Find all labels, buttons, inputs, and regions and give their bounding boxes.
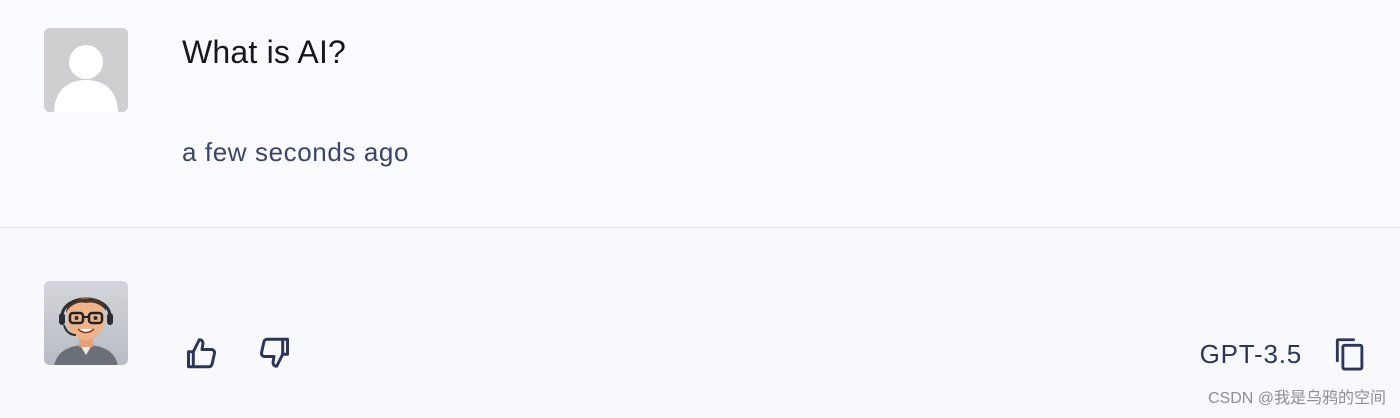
like-button[interactable] [182, 334, 222, 374]
thumbs-up-icon [187, 338, 217, 369]
thumbs-down-icon [259, 337, 289, 368]
model-label: GPT-3.5 [1199, 339, 1302, 369]
dislike-button[interactable] [254, 332, 294, 372]
chat-thread: What is AI? a few seconds ago GPT-3.5 CS… [0, 0, 1400, 418]
bot-avatar-icon [44, 281, 128, 365]
user-avatar [44, 28, 128, 112]
message-timestamp: a few seconds ago [182, 137, 410, 167]
user-message: What is AI? a few seconds ago [0, 0, 1400, 228]
watermark: CSDN @我是乌鸦的空间 [1207, 390, 1386, 407]
assistant-avatar [44, 281, 128, 365]
copy-icon [1335, 338, 1364, 371]
message-text: What is AI? [182, 34, 347, 70]
user-placeholder-icon [44, 28, 128, 112]
assistant-message: GPT-3.5 [0, 229, 1400, 418]
copy-button[interactable] [1330, 334, 1370, 374]
